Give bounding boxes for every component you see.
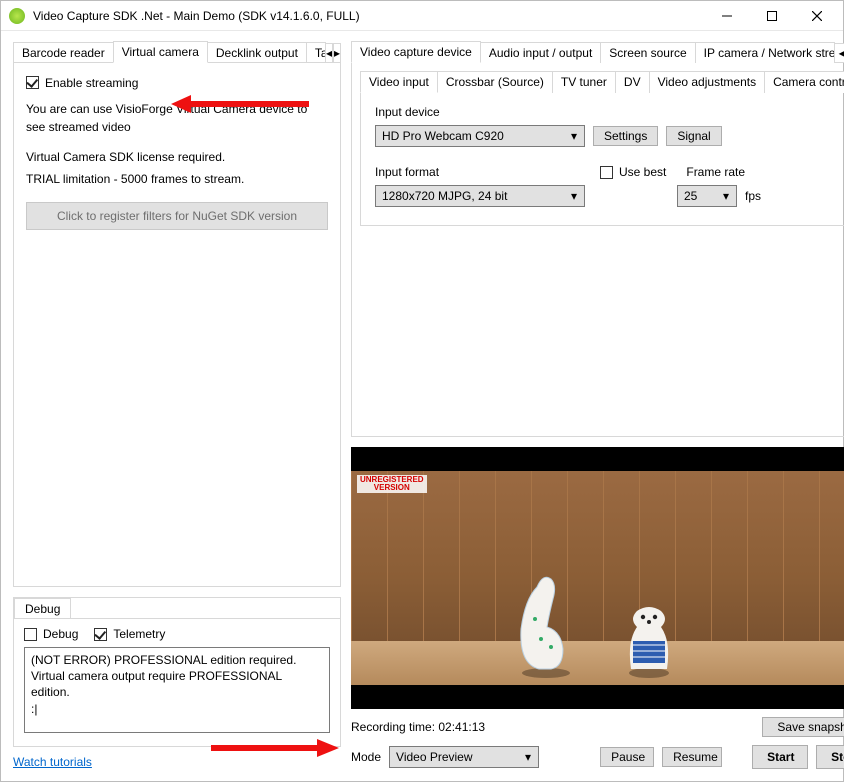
mode-select[interactable]: Video Preview ▾ <box>389 746 539 768</box>
device-settings-button[interactable]: Settings <box>593 126 658 146</box>
tab-tags[interactable]: Tags <box>306 42 326 63</box>
frame-rate-label: Frame rate <box>686 165 745 179</box>
recording-time-value: 02:41:13 <box>438 720 485 734</box>
debug-log[interactable] <box>24 647 330 733</box>
register-filters-button[interactable]: Click to register filters for NuGet SDK … <box>26 202 328 230</box>
input-device-label: Input device <box>375 105 844 119</box>
chevron-down-icon: ▾ <box>520 750 536 764</box>
input-format-select[interactable]: 1280x720 MJPG, 24 bit ▾ <box>375 185 585 207</box>
figurine-2 <box>621 601 677 679</box>
pause-button[interactable]: Pause <box>600 747 654 767</box>
checkbox-icon <box>94 628 107 641</box>
tab-scroll-right[interactable]: ▸ <box>333 43 341 63</box>
subtab-dv[interactable]: DV <box>615 71 650 93</box>
virtual-desc-1: You are can use VisioForge Virtual Camer… <box>26 100 328 136</box>
unregistered-badge: UNREGISTERED VERSION <box>357 475 427 493</box>
checkbox-icon <box>24 628 37 641</box>
input-device-select[interactable]: HD Pro Webcam C920 ▾ <box>375 125 585 147</box>
stop-button[interactable]: Stop <box>816 745 844 769</box>
subtab-tv-tuner[interactable]: TV tuner <box>552 71 616 93</box>
input-format-value: 1280x720 MJPG, 24 bit <box>382 189 566 203</box>
input-format-label: Input format <box>375 165 580 179</box>
tab-screen-source[interactable]: Screen source <box>600 42 695 63</box>
tab-virtual-camera[interactable]: Virtual camera <box>113 41 208 63</box>
frame-rate-select[interactable]: 25 ▾ <box>677 185 737 207</box>
telemetry-checkbox-label: Telemetry <box>113 627 165 641</box>
enable-streaming-checkbox[interactable]: Enable streaming <box>26 76 138 90</box>
checkbox-icon <box>600 166 613 179</box>
debug-checkbox-label: Debug <box>43 627 78 641</box>
chevron-down-icon: ▾ <box>718 189 734 203</box>
maximize-button[interactable] <box>749 1 794 30</box>
subtab-video-adjustments[interactable]: Video adjustments <box>649 71 766 93</box>
mode-label: Mode <box>351 750 381 764</box>
debug-checkbox[interactable]: Debug <box>24 627 78 641</box>
tab-barcode-reader[interactable]: Barcode reader <box>13 42 114 63</box>
fps-label: fps <box>745 189 761 203</box>
virtual-desc-3: TRIAL limitation - 5000 frames to stream… <box>26 170 328 188</box>
tab-video-capture-device[interactable]: Video capture device <box>351 41 481 63</box>
video-preview: UNREGISTERED VERSION <box>351 447 844 709</box>
watch-tutorials-link[interactable]: Watch tutorials <box>13 755 341 769</box>
app-icon <box>9 8 25 24</box>
checkbox-icon <box>26 76 39 89</box>
chevron-down-icon: ▾ <box>566 129 582 143</box>
frame-rate-value: 25 <box>684 189 718 203</box>
use-best-label: Use best <box>619 165 666 179</box>
device-signal-button[interactable]: Signal <box>666 126 721 146</box>
subtab-video-input[interactable]: Video input <box>360 71 438 93</box>
input-device-value: HD Pro Webcam C920 <box>382 129 566 143</box>
window-title: Video Capture SDK .Net - Main Demo (SDK … <box>33 9 704 23</box>
tab-ip-camera[interactable]: IP camera / Network strea <box>695 42 835 63</box>
tab-debug[interactable]: Debug <box>14 598 71 619</box>
recording-time-label: Recording time: <box>351 720 438 734</box>
minimize-button[interactable] <box>704 1 749 30</box>
subtab-camera-control[interactable]: Camera control <box>764 71 844 93</box>
tab-decklink-output[interactable]: Decklink output <box>207 42 307 63</box>
tab-scroll-left[interactable]: ◂ <box>325 43 333 63</box>
mode-value: Video Preview <box>396 750 520 764</box>
subtab-crossbar[interactable]: Crossbar (Source) <box>437 71 553 93</box>
virtual-desc-2: Virtual Camera SDK license required. <box>26 148 328 166</box>
close-button[interactable] <box>794 1 839 30</box>
resume-button[interactable]: Resume <box>662 747 722 767</box>
enable-streaming-label: Enable streaming <box>45 76 138 90</box>
chevron-down-icon: ▾ <box>566 189 582 203</box>
save-snapshot-button[interactable]: Save snapshot <box>762 717 844 737</box>
use-best-checkbox[interactable]: Use best <box>600 165 666 179</box>
tab-scroll-left[interactable]: ◂ <box>834 43 844 63</box>
telemetry-checkbox[interactable]: Telemetry <box>94 627 165 641</box>
tab-audio-io[interactable]: Audio input / output <box>480 42 601 63</box>
start-button[interactable]: Start <box>752 745 808 769</box>
figurine-1 <box>511 569 581 679</box>
